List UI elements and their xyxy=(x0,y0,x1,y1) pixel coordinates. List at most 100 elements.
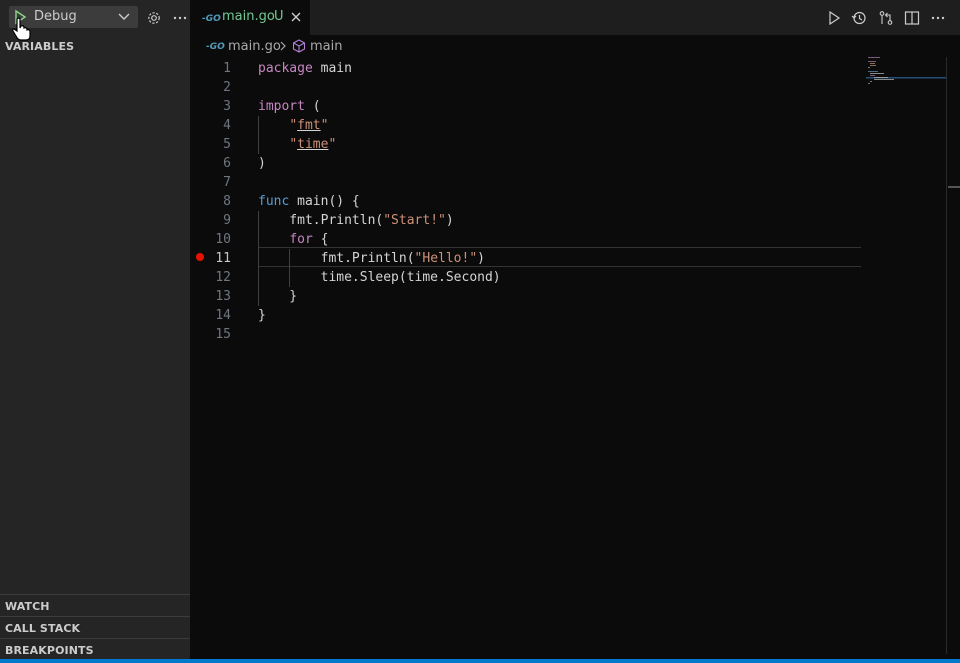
timeline-history-icon[interactable] xyxy=(851,10,867,26)
variables-section-header[interactable]: VARIABLES xyxy=(5,40,74,53)
code-token: "Hello!" xyxy=(414,251,478,266)
code-token: time.Sleep(time.Second) xyxy=(258,270,501,285)
code-token: ) xyxy=(477,251,485,266)
open-changes-icon[interactable] xyxy=(878,10,894,26)
launch-config-label: Debug xyxy=(34,9,77,24)
hand-cursor-icon xyxy=(12,17,31,41)
status-bar xyxy=(0,659,960,663)
code-text: "time" xyxy=(258,137,336,152)
code-token: for xyxy=(289,232,313,247)
code-line[interactable]: 5 "time" xyxy=(190,135,865,154)
code-token: main() { xyxy=(289,194,360,209)
tab-untracked-badge: U xyxy=(274,9,284,24)
debug-toolbar: Debug xyxy=(0,0,190,41)
line-number: 9 xyxy=(223,213,231,228)
code-token: " xyxy=(289,118,298,133)
code-token: " xyxy=(289,137,298,152)
line-number: 10 xyxy=(215,232,231,247)
call-stack-section-header[interactable]: CALL STACK xyxy=(5,622,80,635)
code-line[interactable]: 14} xyxy=(190,306,865,325)
section-divider xyxy=(0,616,190,617)
code-text: ) xyxy=(258,156,266,171)
code-token: time xyxy=(297,137,329,152)
code-token: ) xyxy=(258,156,266,171)
code-token: "Start!" xyxy=(383,213,446,228)
code-line[interactable]: 15 xyxy=(190,325,865,344)
chevron-down-icon[interactable] xyxy=(118,12,130,22)
line-number: 7 xyxy=(223,175,231,190)
more-actions-icon[interactable] xyxy=(172,9,188,25)
go-file-icon: -GO xyxy=(206,42,225,52)
code-text: fmt.Println("Start!") xyxy=(258,213,454,228)
code-text: func main() { xyxy=(258,194,360,209)
code-line[interactable]: 13 } xyxy=(190,287,865,306)
gear-icon[interactable] xyxy=(146,10,162,26)
code-token: package xyxy=(258,61,313,76)
code-text: package main xyxy=(258,61,352,76)
line-number: 11 xyxy=(215,251,231,266)
line-number: 8 xyxy=(223,194,231,209)
breadcrumb-symbol[interactable]: main xyxy=(310,39,342,54)
breadcrumb-file[interactable]: main.go xyxy=(228,39,281,54)
tab-main-go[interactable]: -GO main.go U xyxy=(190,0,310,35)
line-number: 5 xyxy=(223,137,231,152)
code-line[interactable]: 3 import ( xyxy=(190,97,865,116)
line-number: 3 xyxy=(223,99,231,114)
debug-sidebar: Debug VARIABLES WATCH CALL STACK BREAKPO… xyxy=(0,0,190,663)
code-line[interactable]: 6) xyxy=(190,154,865,173)
code-token: { xyxy=(312,232,329,247)
line-number: 13 xyxy=(215,289,231,304)
go-file-icon: -GO xyxy=(202,14,221,24)
code-text: } xyxy=(258,308,266,323)
code-token: fmt xyxy=(297,118,321,133)
split-editor-icon[interactable] xyxy=(904,10,920,26)
run-icon[interactable] xyxy=(826,10,842,26)
code-text: } xyxy=(258,289,297,304)
code-token: fmt.Println( xyxy=(258,251,415,266)
code-line[interactable]: 7 xyxy=(190,173,865,192)
code-text: import ( xyxy=(258,99,321,114)
code-line[interactable]: 9 fmt.Println("Start!") xyxy=(190,211,865,230)
line-number: 12 xyxy=(215,270,231,285)
code-line[interactable]: 4 "fmt" xyxy=(190,116,865,135)
code-text: for { xyxy=(258,232,328,247)
code-line[interactable]: 8 func main() { xyxy=(190,192,865,211)
code-line[interactable]: 1 package main xyxy=(190,59,865,78)
line-number: 4 xyxy=(223,118,231,133)
chevron-right-icon xyxy=(280,41,286,51)
section-divider xyxy=(0,594,190,595)
breadcrumb: -GO main.go main xyxy=(190,35,960,57)
code-line[interactable]: 2 xyxy=(190,78,865,97)
symbol-method-icon xyxy=(292,39,306,53)
more-actions-icon[interactable] xyxy=(930,10,946,26)
code-token: } xyxy=(258,308,266,323)
code-token: import xyxy=(258,99,305,114)
code-text: time.Sleep(time.Second) xyxy=(258,270,501,285)
line-number: 6 xyxy=(223,156,231,171)
vertical-scrollbar[interactable] xyxy=(946,57,960,654)
code-token: ) xyxy=(445,213,454,228)
code-text: fmt.Println("Hello!") xyxy=(258,251,485,266)
code-token: } xyxy=(258,289,298,304)
code-token: " xyxy=(320,118,329,133)
code-text: "fmt" xyxy=(258,118,328,133)
line-number: 15 xyxy=(215,327,231,342)
editor-tab-bar: -GO main.go U xyxy=(190,0,960,35)
code-token: main xyxy=(312,61,352,76)
code-token: " xyxy=(328,137,337,152)
section-divider xyxy=(0,638,190,639)
code-token: func xyxy=(258,194,290,209)
tab-label: main.go xyxy=(222,9,275,24)
code-line[interactable]: 12 time.Sleep(time.Second) xyxy=(190,268,865,287)
minimap[interactable] xyxy=(866,55,946,95)
line-number: 1 xyxy=(223,61,231,76)
close-icon[interactable] xyxy=(290,11,302,23)
breakpoints-section-header[interactable]: BREAKPOINTS xyxy=(5,644,94,657)
code-line[interactable]: 10 for { xyxy=(190,230,865,249)
code-line[interactable]: 11 fmt.Println("Hello!") xyxy=(190,249,865,268)
line-number: 14 xyxy=(215,308,231,323)
watch-section-header[interactable]: WATCH xyxy=(5,600,50,613)
